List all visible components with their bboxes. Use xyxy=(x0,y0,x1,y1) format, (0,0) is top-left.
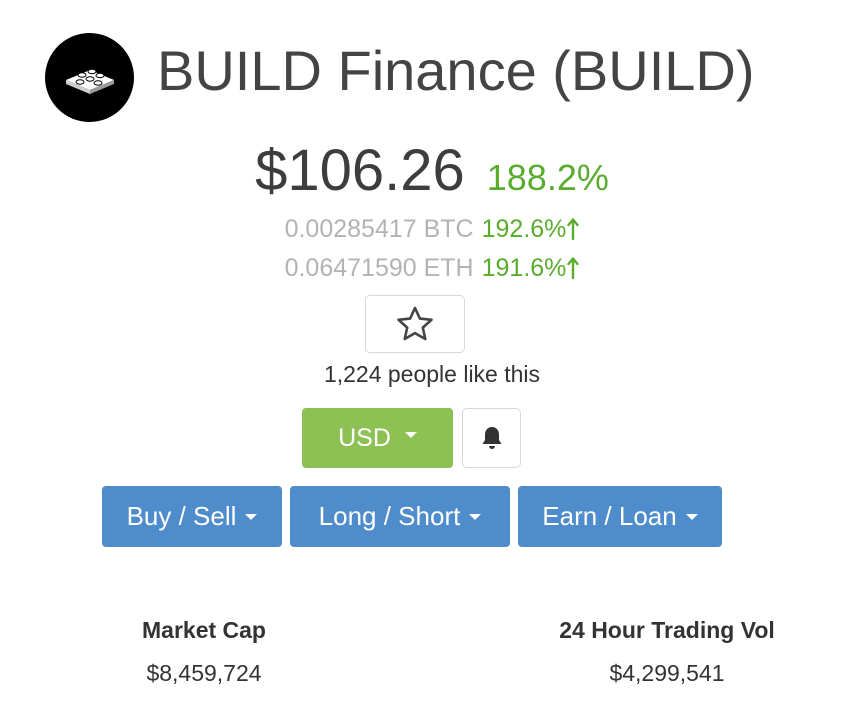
price-alert-button[interactable] xyxy=(462,408,521,468)
caret-down-icon xyxy=(404,432,417,438)
caret-down-icon xyxy=(245,513,258,520)
caret-down-icon xyxy=(685,513,698,520)
eth-conversion-row: 0.06471590 ETH 191.6% xyxy=(0,253,858,283)
market-cap-label: Market Cap xyxy=(142,617,266,643)
currency-dropdown[interactable]: USD xyxy=(302,408,453,468)
coin-title: BUILD Finance (BUILD) xyxy=(157,39,755,102)
buy-sell-dropdown[interactable]: Buy / Sell xyxy=(102,486,282,547)
long-short-dropdown[interactable]: Long / Short xyxy=(290,486,510,547)
price-change-percent: 188.2% xyxy=(486,157,609,198)
buy-sell-label: Buy / Sell xyxy=(126,501,237,531)
eth-change-percent: 191.6% xyxy=(481,254,567,282)
star-icon xyxy=(397,306,433,341)
long-short-label: Long / Short xyxy=(318,501,461,531)
coin-logo xyxy=(45,33,134,122)
trading-volume-value: $4,299,541 xyxy=(609,660,725,686)
bell-icon xyxy=(482,427,501,449)
earn-loan-label: Earn / Loan xyxy=(542,501,677,531)
arrow-up-icon xyxy=(567,257,580,280)
btc-change: 192.6% xyxy=(482,214,580,244)
btc-price: 0.00285417 BTC xyxy=(284,215,474,243)
arrow-up-icon xyxy=(567,218,580,241)
favorite-button[interactable] xyxy=(365,295,465,353)
btc-conversion-row: 0.00285417 BTC 192.6% xyxy=(0,214,858,244)
current-price: $106.26 xyxy=(255,138,465,203)
market-cap-value: $8,459,724 xyxy=(146,660,262,686)
earn-loan-dropdown[interactable]: Earn / Loan xyxy=(518,486,722,547)
lego-brick-icon xyxy=(65,68,114,94)
likes-count: 1,224 people like this xyxy=(323,361,541,387)
btc-change-percent: 192.6% xyxy=(481,215,567,243)
caret-down-icon xyxy=(469,513,482,520)
eth-price: 0.06471590 ETH xyxy=(284,254,474,282)
price-row: $106.26 188.2% xyxy=(0,138,858,204)
eth-change: 191.6% xyxy=(482,253,580,283)
currency-label: USD xyxy=(338,423,391,452)
trading-volume-label: 24 Hour Trading Vol xyxy=(559,617,775,643)
